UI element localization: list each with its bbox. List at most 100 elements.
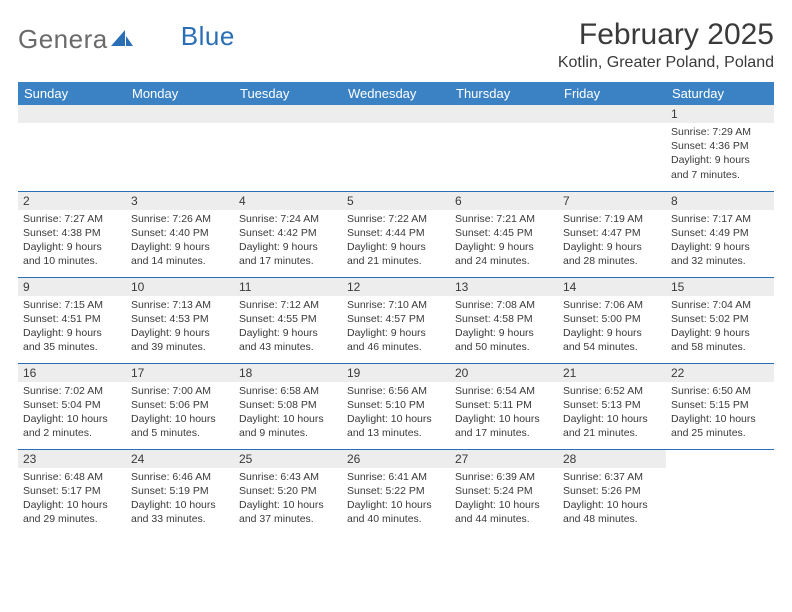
day-number: 26 xyxy=(342,450,450,468)
day-header-row: Sunday Monday Tuesday Wednesday Thursday… xyxy=(18,82,774,105)
calendar-cell: 8Sunrise: 7:17 AMSunset: 4:49 PMDaylight… xyxy=(666,191,774,277)
day-number: 24 xyxy=(126,450,234,468)
day-info: Sunrise: 7:02 AMSunset: 5:04 PMDaylight:… xyxy=(18,382,126,445)
day-number: 16 xyxy=(18,364,126,382)
calendar-cell: 1Sunrise: 7:29 AMSunset: 4:36 PMDaylight… xyxy=(666,105,774,191)
calendar-cell: 20Sunrise: 6:54 AMSunset: 5:11 PMDayligh… xyxy=(450,363,558,449)
day-number: 6 xyxy=(450,192,558,210)
day-info: Sunrise: 6:48 AMSunset: 5:17 PMDaylight:… xyxy=(18,468,126,531)
day-info: Sunrise: 6:50 AMSunset: 5:15 PMDaylight:… xyxy=(666,382,774,445)
empty-day xyxy=(234,105,342,123)
day-number: 9 xyxy=(18,278,126,296)
page-title: February 2025 xyxy=(558,18,774,52)
day-number: 14 xyxy=(558,278,666,296)
day-info: Sunrise: 7:21 AMSunset: 4:45 PMDaylight:… xyxy=(450,210,558,273)
calendar-cell: 9Sunrise: 7:15 AMSunset: 4:51 PMDaylight… xyxy=(18,277,126,363)
calendar-cell: 21Sunrise: 6:52 AMSunset: 5:13 PMDayligh… xyxy=(558,363,666,449)
day-number: 17 xyxy=(126,364,234,382)
day-header: Sunday xyxy=(18,82,126,105)
calendar-row: 23Sunrise: 6:48 AMSunset: 5:17 PMDayligh… xyxy=(18,449,774,535)
calendar-cell: 2Sunrise: 7:27 AMSunset: 4:38 PMDaylight… xyxy=(18,191,126,277)
calendar-cell: 11Sunrise: 7:12 AMSunset: 4:55 PMDayligh… xyxy=(234,277,342,363)
day-info: Sunrise: 7:12 AMSunset: 4:55 PMDaylight:… xyxy=(234,296,342,359)
day-info: Sunrise: 6:37 AMSunset: 5:26 PMDaylight:… xyxy=(558,468,666,531)
sail-icon xyxy=(111,24,133,55)
day-info: Sunrise: 7:04 AMSunset: 5:02 PMDaylight:… xyxy=(666,296,774,359)
day-number: 12 xyxy=(342,278,450,296)
calendar-cell xyxy=(234,105,342,191)
day-number: 7 xyxy=(558,192,666,210)
calendar-cell: 26Sunrise: 6:41 AMSunset: 5:22 PMDayligh… xyxy=(342,449,450,535)
brand-logo: Genera Blue xyxy=(18,18,235,55)
day-info: Sunrise: 7:29 AMSunset: 4:36 PMDaylight:… xyxy=(666,123,774,186)
day-info: Sunrise: 7:10 AMSunset: 4:57 PMDaylight:… xyxy=(342,296,450,359)
location-text: Kotlin, Greater Poland, Poland xyxy=(558,54,774,72)
empty-day xyxy=(450,105,558,123)
day-number: 21 xyxy=(558,364,666,382)
day-info: Sunrise: 6:46 AMSunset: 5:19 PMDaylight:… xyxy=(126,468,234,531)
day-info: Sunrise: 7:27 AMSunset: 4:38 PMDaylight:… xyxy=(18,210,126,273)
calendar-cell: 12Sunrise: 7:10 AMSunset: 4:57 PMDayligh… xyxy=(342,277,450,363)
calendar-cell: 15Sunrise: 7:04 AMSunset: 5:02 PMDayligh… xyxy=(666,277,774,363)
day-number: 15 xyxy=(666,278,774,296)
calendar-cell: 27Sunrise: 6:39 AMSunset: 5:24 PMDayligh… xyxy=(450,449,558,535)
empty-day xyxy=(558,105,666,123)
day-number: 4 xyxy=(234,192,342,210)
day-info: Sunrise: 7:22 AMSunset: 4:44 PMDaylight:… xyxy=(342,210,450,273)
day-number: 25 xyxy=(234,450,342,468)
calendar-cell: 6Sunrise: 7:21 AMSunset: 4:45 PMDaylight… xyxy=(450,191,558,277)
day-number: 23 xyxy=(18,450,126,468)
day-number: 8 xyxy=(666,192,774,210)
day-number: 20 xyxy=(450,364,558,382)
calendar-cell xyxy=(342,105,450,191)
calendar-cell xyxy=(666,449,774,535)
day-info: Sunrise: 7:13 AMSunset: 4:53 PMDaylight:… xyxy=(126,296,234,359)
day-number: 19 xyxy=(342,364,450,382)
calendar-row: 1Sunrise: 7:29 AMSunset: 4:36 PMDaylight… xyxy=(18,105,774,191)
day-number: 18 xyxy=(234,364,342,382)
calendar-cell: 7Sunrise: 7:19 AMSunset: 4:47 PMDaylight… xyxy=(558,191,666,277)
day-info: Sunrise: 7:24 AMSunset: 4:42 PMDaylight:… xyxy=(234,210,342,273)
calendar-row: 16Sunrise: 7:02 AMSunset: 5:04 PMDayligh… xyxy=(18,363,774,449)
day-info: Sunrise: 7:19 AMSunset: 4:47 PMDaylight:… xyxy=(558,210,666,273)
day-number: 13 xyxy=(450,278,558,296)
calendar-cell: 5Sunrise: 7:22 AMSunset: 4:44 PMDaylight… xyxy=(342,191,450,277)
calendar-cell: 28Sunrise: 6:37 AMSunset: 5:26 PMDayligh… xyxy=(558,449,666,535)
day-header: Saturday xyxy=(666,82,774,105)
calendar-cell: 22Sunrise: 6:50 AMSunset: 5:15 PMDayligh… xyxy=(666,363,774,449)
header: Genera Blue February 2025 Kotlin, Greate… xyxy=(18,18,774,72)
day-header: Friday xyxy=(558,82,666,105)
calendar-cell: 24Sunrise: 6:46 AMSunset: 5:19 PMDayligh… xyxy=(126,449,234,535)
day-info: Sunrise: 6:43 AMSunset: 5:20 PMDaylight:… xyxy=(234,468,342,531)
calendar-cell: 10Sunrise: 7:13 AMSunset: 4:53 PMDayligh… xyxy=(126,277,234,363)
calendar-cell: 16Sunrise: 7:02 AMSunset: 5:04 PMDayligh… xyxy=(18,363,126,449)
calendar-cell: 23Sunrise: 6:48 AMSunset: 5:17 PMDayligh… xyxy=(18,449,126,535)
calendar-table: Sunday Monday Tuesday Wednesday Thursday… xyxy=(18,82,774,535)
day-header: Wednesday xyxy=(342,82,450,105)
day-info: Sunrise: 7:17 AMSunset: 4:49 PMDaylight:… xyxy=(666,210,774,273)
calendar-cell: 3Sunrise: 7:26 AMSunset: 4:40 PMDaylight… xyxy=(126,191,234,277)
day-number: 1 xyxy=(666,105,774,123)
day-info: Sunrise: 7:26 AMSunset: 4:40 PMDaylight:… xyxy=(126,210,234,273)
day-info: Sunrise: 6:56 AMSunset: 5:10 PMDaylight:… xyxy=(342,382,450,445)
day-header: Thursday xyxy=(450,82,558,105)
calendar-cell: 17Sunrise: 7:00 AMSunset: 5:06 PMDayligh… xyxy=(126,363,234,449)
day-info: Sunrise: 6:41 AMSunset: 5:22 PMDaylight:… xyxy=(342,468,450,531)
day-info: Sunrise: 6:52 AMSunset: 5:13 PMDaylight:… xyxy=(558,382,666,445)
day-header: Tuesday xyxy=(234,82,342,105)
day-info: Sunrise: 6:39 AMSunset: 5:24 PMDaylight:… xyxy=(450,468,558,531)
calendar-cell: 13Sunrise: 7:08 AMSunset: 4:58 PMDayligh… xyxy=(450,277,558,363)
calendar-cell: 4Sunrise: 7:24 AMSunset: 4:42 PMDaylight… xyxy=(234,191,342,277)
calendar-cell xyxy=(18,105,126,191)
calendar-cell xyxy=(558,105,666,191)
day-number: 5 xyxy=(342,192,450,210)
calendar-cell xyxy=(126,105,234,191)
calendar-cell: 18Sunrise: 6:58 AMSunset: 5:08 PMDayligh… xyxy=(234,363,342,449)
calendar-cell: 14Sunrise: 7:06 AMSunset: 5:00 PMDayligh… xyxy=(558,277,666,363)
day-number: 3 xyxy=(126,192,234,210)
day-number: 22 xyxy=(666,364,774,382)
calendar-cell xyxy=(450,105,558,191)
day-number: 11 xyxy=(234,278,342,296)
calendar-row: 9Sunrise: 7:15 AMSunset: 4:51 PMDaylight… xyxy=(18,277,774,363)
day-number: 28 xyxy=(558,450,666,468)
